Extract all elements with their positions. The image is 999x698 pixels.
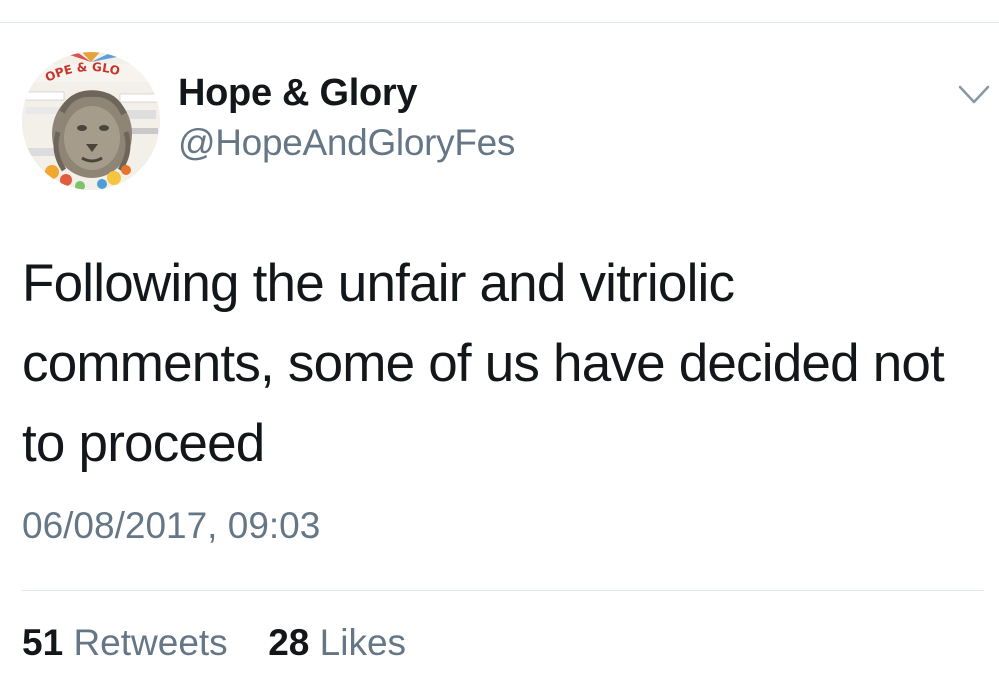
likes-label: Likes xyxy=(319,622,407,663)
avatar[interactable]: OPE & GLO xyxy=(22,52,160,190)
avatar-image: OPE & GLO xyxy=(22,52,160,190)
retweets-count: 51 xyxy=(22,622,64,663)
author-handle[interactable]: @HopeAndGloryFes xyxy=(178,122,515,164)
likes-stat[interactable]: 28 Likes xyxy=(268,622,406,663)
retweets-label: Retweets xyxy=(73,622,228,663)
stats-divider xyxy=(22,590,984,591)
likes-count: 28 xyxy=(268,622,310,663)
top-divider xyxy=(0,22,999,23)
tweet-text: Following the unfair and vitriolic comme… xyxy=(22,254,945,473)
tweet-stats: 51 Retweets 28 Likes xyxy=(22,622,406,664)
tweet-timestamp[interactable]: 06/08/2017, 09:03 xyxy=(22,505,320,547)
retweets-stat[interactable]: 51 Retweets xyxy=(22,622,238,663)
chevron-down-icon[interactable] xyxy=(958,84,990,106)
author-name[interactable]: Hope & Glory xyxy=(178,72,418,115)
